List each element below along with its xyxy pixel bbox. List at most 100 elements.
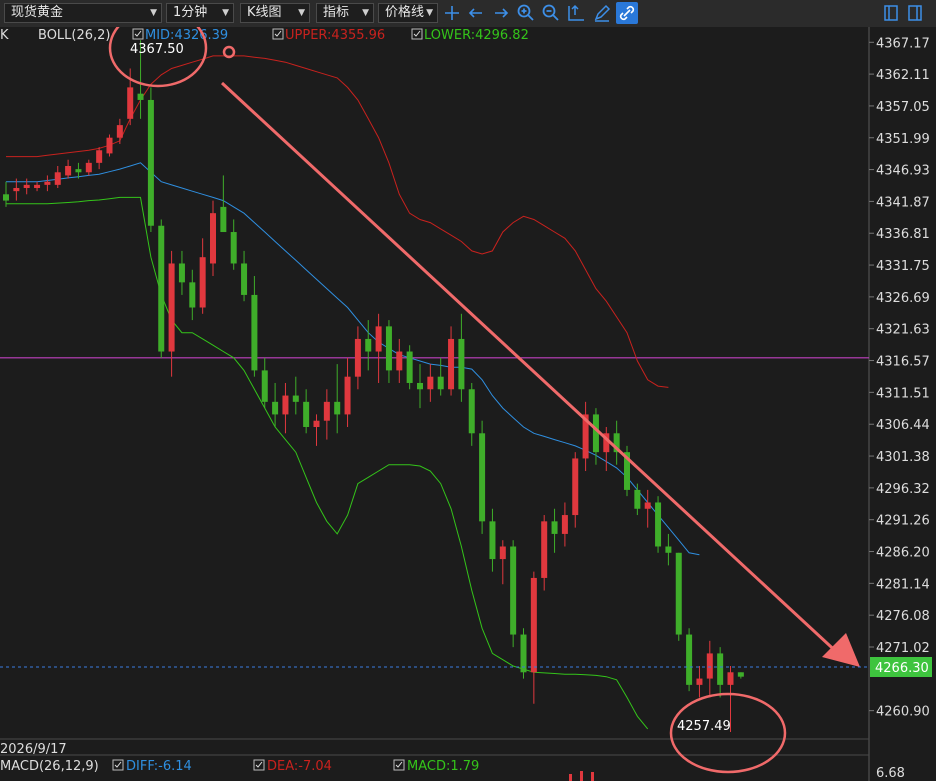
candle-body [344,376,351,415]
candle-body [137,93,144,100]
candle-body [551,521,558,534]
y-tick-label: 4357.05 [876,100,930,115]
candle-body [65,165,72,176]
y-tick-label: 4291.26 [876,514,930,529]
candle [675,552,682,641]
candle-body [592,414,599,453]
candle-body [116,125,123,138]
macd-bar [580,771,583,781]
window-restore-icon[interactable] [904,2,926,24]
candle-body [696,678,703,685]
candle [479,420,486,534]
candle [406,345,413,390]
candle-body [241,263,248,295]
arrow-left-icon[interactable] [465,2,487,24]
candle-body [199,257,206,308]
macd-bar [569,774,572,781]
period-select[interactable]: 1分钟 ▼ [166,3,234,23]
mid-legend-value: MID:4326.39 [145,28,228,43]
candle-body [634,489,641,509]
price-line-select[interactable]: 价格线 ▼ [378,3,438,23]
candle-body [272,401,279,415]
upper-legend-value: UPPER:4355.96 [285,28,385,43]
candle-body [489,521,496,560]
zoom-in-icon[interactable] [515,2,537,24]
candle-body [541,521,548,578]
candle-body [375,326,382,352]
candle-body [385,326,392,371]
candle [624,445,630,497]
candle-body [427,376,434,390]
y-tick-label: 4276.08 [876,609,930,624]
candle-body [178,263,185,283]
candle-body [458,338,465,390]
toolbar: 现货黄金 ▼ 1分钟 ▼ K线图 ▼ 指标 ▼ 价格线 ▼ [0,0,936,28]
candle-body [313,420,320,427]
candle-body [251,294,258,371]
candle-body [230,232,237,264]
y-tick-label: 4301.38 [876,450,930,465]
zoom-out-icon[interactable] [540,2,562,24]
candle-body [644,502,651,509]
crosshair-icon[interactable] [441,2,463,24]
chevron-down-icon: ▼ [298,8,305,18]
candle [520,628,527,679]
candle-body [75,169,82,173]
candlestick-chart[interactable]: 4367.17 4362.11 4357.05 4351.99 4346.93 4341.… [0,27,936,781]
candle [510,540,517,648]
low-price-label: 4257.49 [677,719,731,734]
candle-body [737,672,744,677]
candle-body [675,552,682,635]
indicator-select[interactable]: 指标 ▼ [316,3,374,23]
candle-body [334,401,341,415]
y-tick-label: 4326.69 [876,291,930,306]
candle-body [406,351,413,383]
candle-body [417,382,423,390]
candle [147,87,154,233]
candle-body [85,162,92,173]
candle-body [530,577,537,673]
diff-value: DIFF:-6.14 [126,759,192,774]
y-tick-label: 4311.51 [876,386,930,401]
panel-layout-icon[interactable] [880,2,902,24]
boll-legend-label: BOLL(26,2) [38,28,111,43]
candle-body [706,653,713,679]
candle-body [727,672,734,685]
candle-body [479,433,486,522]
chart-kind-select[interactable]: K线图 ▼ [240,3,310,23]
pencil-icon[interactable] [591,2,613,24]
link-icon[interactable] [616,2,638,24]
chart-kind-label: K线图 [247,5,282,20]
y-tick-label: 4367.17 [876,36,930,51]
candle-body [158,225,165,352]
candle-body [499,546,506,560]
macd-value: MACD:1.79 [407,759,479,774]
candle-body [261,370,268,402]
candle-body [468,389,475,434]
candle [655,496,662,553]
lower-legend-value: LOWER:4296.82 [424,28,529,43]
y-tick-label: 4306.44 [876,418,930,433]
chevron-down-icon: ▼ [222,8,229,18]
y-tick-label: 4362.11 [876,68,930,83]
symbol-select[interactable]: 现货黄金 ▼ [4,3,162,23]
candle-body [572,458,579,516]
axis-scale-icon[interactable] [565,2,587,24]
candle-body [210,213,216,264]
y-tick-label: 4281.14 [876,577,930,592]
y-tick-label: 4346.93 [876,164,930,179]
chevron-down-icon: ▼ [426,8,433,18]
candle-body [23,184,30,189]
candle-body [365,338,372,352]
candle-body [448,338,455,390]
y-tick-label: 4271.02 [876,641,930,656]
candle-body [282,395,289,415]
candle-body [44,181,51,185]
candle-body [168,263,175,352]
symbol-label: 现货黄金 [11,5,64,20]
candle-body [106,137,113,154]
arrow-right-icon[interactable] [490,2,512,24]
candle-body [510,546,517,635]
y-tick-label: 4286.20 [876,546,930,561]
candle-body [396,351,403,371]
